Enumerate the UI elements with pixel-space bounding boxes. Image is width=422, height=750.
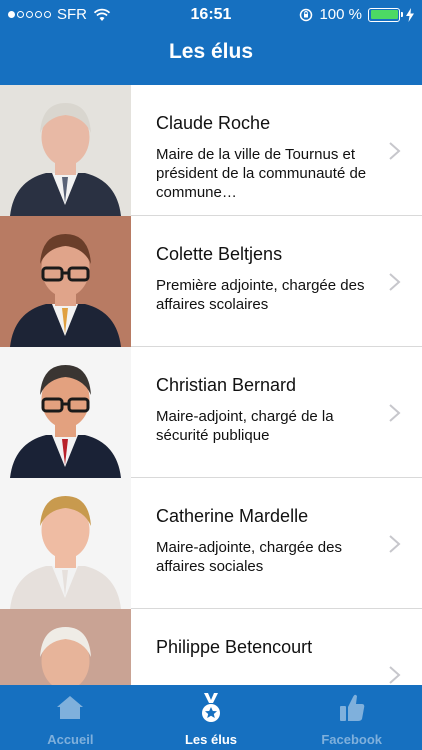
charging-icon (406, 7, 414, 22)
page-title: Les élus (168, 40, 254, 63)
list-item[interactable]: Christian Bernard Maire-adjoint, chargé … (0, 347, 422, 478)
official-name: Christian Bernard (156, 375, 297, 395)
elected-officials-list[interactable]: Claude Roche Maire de la ville de Tournu… (0, 85, 422, 685)
portrait-photo (0, 609, 131, 685)
battery-percentage: 100 % (319, 6, 362, 23)
tab-label: Les élus (184, 732, 238, 747)
portrait-photo (0, 478, 131, 609)
tab-medal[interactable]: Les élus (141, 685, 282, 750)
tab-bar: Accueil Les élus Facebook (0, 685, 422, 750)
tab-thumbs-up[interactable]: Facebook (281, 685, 422, 750)
rotation-lock-icon (300, 8, 313, 21)
portrait-photo (0, 216, 131, 347)
status-bar: SFR 16:51 100 % (0, 0, 422, 30)
chevron-right-icon (389, 666, 401, 684)
list-item[interactable]: Philippe Betencourt (0, 609, 422, 685)
list-item[interactable]: Colette Beltjens Première adjointe, char… (0, 216, 422, 347)
list-item[interactable]: Claude Roche Maire de la ville de Tournu… (0, 85, 422, 216)
portrait-photo (0, 347, 131, 478)
tab-home[interactable]: Accueil (0, 685, 141, 750)
official-role: Première adjointe, chargée des affaires … (156, 277, 365, 313)
chevron-right-icon (389, 142, 401, 160)
home-icon (55, 693, 85, 726)
top-bar: SFR 16:51 100 % Les élus (0, 0, 422, 85)
tab-label: Facebook (321, 732, 383, 747)
official-name: Philippe Betencourt (156, 637, 313, 657)
chevron-right-icon (389, 535, 401, 553)
official-role: Maire-adjoint, chargé de la sécurité pub… (156, 408, 334, 444)
chevron-right-icon (389, 273, 401, 291)
official-role: Maire-adjointe, chargée des affaires soc… (156, 539, 342, 575)
official-name: Claude Roche (156, 113, 271, 133)
medal-icon (200, 693, 222, 730)
battery-icon (368, 7, 403, 22)
thumbs-up-icon (339, 693, 365, 728)
chevron-right-icon (389, 404, 401, 422)
list-item[interactable]: Catherine Mardelle Maire-adjointe, charg… (0, 478, 422, 609)
portrait-photo (0, 85, 131, 216)
official-name: Colette Beltjens (156, 244, 283, 264)
tab-label: Accueil (47, 732, 94, 747)
official-name: Catherine Mardelle (156, 506, 309, 526)
official-role: Maire de la ville de Tournus et présiden… (156, 146, 367, 201)
